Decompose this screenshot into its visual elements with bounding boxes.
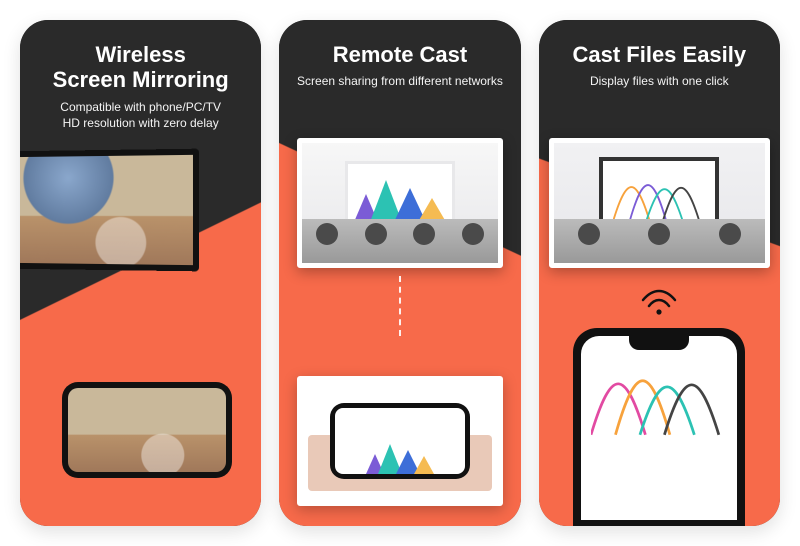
- card2-subtitle: Screen sharing from different networks: [293, 73, 506, 90]
- card1-title: WirelessScreen Mirroring: [34, 42, 247, 93]
- card2-title: Remote Cast: [293, 42, 506, 67]
- promo-card-3: Cast Files Easily Display files with one…: [539, 20, 780, 526]
- card3-title: Cast Files Easily: [553, 42, 766, 67]
- card1-subtitle: Compatible with phone/PC/TVHD resolution…: [34, 99, 247, 133]
- promo-card-1: WirelessScreen Mirroring Compatible with…: [20, 20, 261, 526]
- promo-card-2: Remote Cast Screen sharing from differen…: [279, 20, 520, 526]
- card3-subtitle: Display files with one click: [553, 73, 766, 90]
